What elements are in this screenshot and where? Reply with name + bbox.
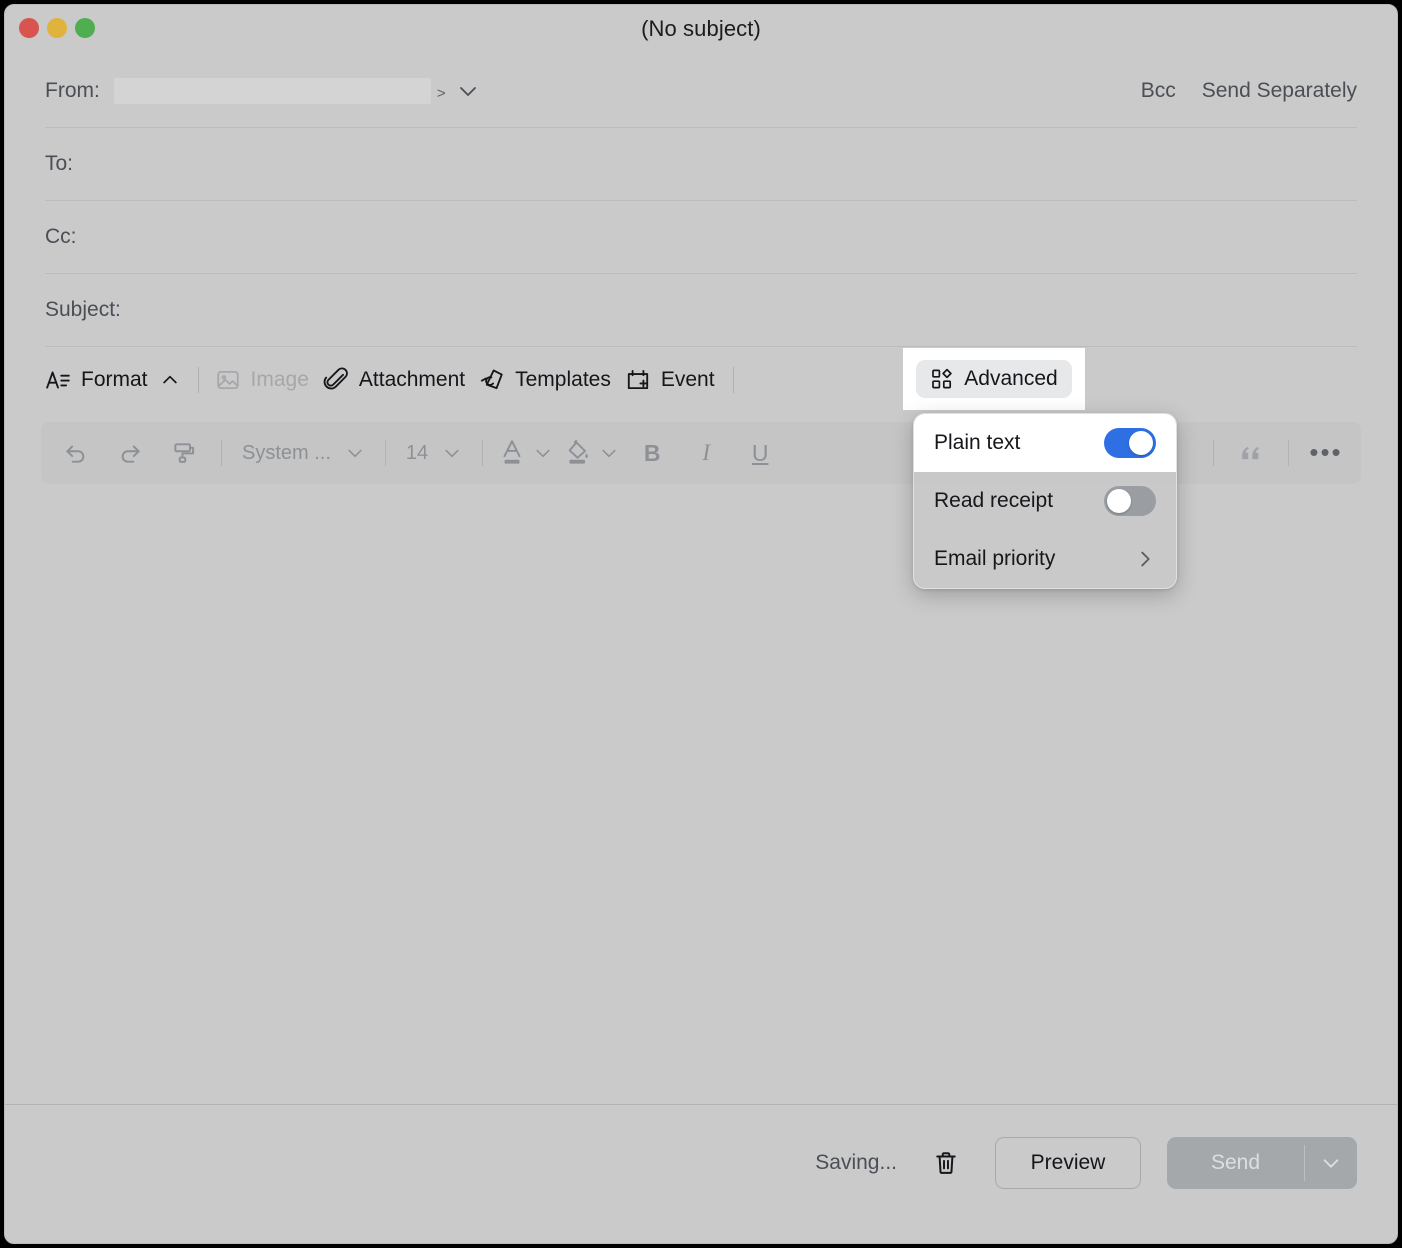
compose-window: (No subject) From: > Bcc Send Separately… bbox=[4, 4, 1398, 1244]
redo-button[interactable] bbox=[103, 431, 157, 475]
bold-button[interactable]: B bbox=[625, 431, 679, 475]
from-chevron-down-icon[interactable] bbox=[456, 79, 480, 103]
send-options-button[interactable] bbox=[1305, 1137, 1357, 1189]
menu-item-read-receipt[interactable]: Read receipt bbox=[914, 472, 1176, 530]
preview-button[interactable]: Preview bbox=[995, 1137, 1141, 1189]
send-button-group: Send bbox=[1167, 1137, 1357, 1189]
image-button[interactable]: Image bbox=[215, 361, 323, 399]
format-divider-4 bbox=[1213, 440, 1214, 466]
title-bar: (No subject) bbox=[5, 5, 1397, 55]
bcc-button[interactable]: Bcc bbox=[1141, 79, 1176, 103]
to-row[interactable]: To: bbox=[45, 128, 1357, 201]
menu-item-plain-text[interactable]: Plain text bbox=[914, 414, 1176, 472]
cc-label: Cc: bbox=[45, 225, 77, 249]
footer-bar: Saving... Preview Send bbox=[5, 1105, 1397, 1220]
image-icon bbox=[215, 367, 241, 393]
plain-text-toggle[interactable] bbox=[1104, 428, 1156, 458]
toolbar-divider-1 bbox=[198, 367, 199, 393]
format-button[interactable]: Format bbox=[45, 361, 194, 399]
grid-diamond-icon bbox=[930, 367, 954, 391]
event-button[interactable]: Event bbox=[625, 361, 729, 399]
text-color-icon bbox=[499, 438, 525, 468]
text-color-button[interactable] bbox=[493, 438, 559, 468]
subject-label: Subject: bbox=[45, 298, 121, 322]
font-size-select[interactable]: 14 bbox=[396, 442, 472, 465]
font-family-value: System ... bbox=[242, 442, 331, 465]
format-divider-2 bbox=[385, 440, 386, 466]
from-label: From: bbox=[45, 79, 100, 103]
read-receipt-toggle[interactable] bbox=[1104, 486, 1156, 516]
highlight-color-chevron-down-icon bbox=[599, 443, 619, 463]
attachment-label: Attachment bbox=[359, 368, 465, 392]
email-priority-label: Email priority bbox=[934, 547, 1055, 571]
advanced-button[interactable]: Advanced bbox=[916, 360, 1071, 398]
templates-button[interactable]: Templates bbox=[479, 361, 625, 399]
format-divider-1 bbox=[221, 440, 222, 466]
subject-row[interactable]: Subject: bbox=[45, 274, 1357, 347]
advanced-dropdown-menu: Plain text Read receipt Email priority bbox=[913, 413, 1177, 589]
calendar-plus-icon bbox=[625, 367, 651, 393]
font-family-select[interactable]: System ... bbox=[232, 442, 375, 465]
to-label: To: bbox=[45, 152, 73, 176]
format-divider-5 bbox=[1288, 440, 1289, 466]
paperclip-icon bbox=[323, 367, 349, 393]
chevron-right-icon bbox=[1134, 548, 1156, 570]
cc-row[interactable]: Cc: bbox=[45, 201, 1357, 274]
read-receipt-label: Read receipt bbox=[934, 489, 1053, 513]
quote-button[interactable] bbox=[1224, 431, 1278, 475]
format-chevron-up-icon[interactable] bbox=[160, 370, 180, 390]
italic-button[interactable]: I bbox=[679, 431, 733, 475]
save-status-text: Saving... bbox=[815, 1151, 897, 1175]
from-address-redacted[interactable] bbox=[114, 78, 431, 104]
format-label: Format bbox=[81, 368, 148, 392]
format-divider-3 bbox=[482, 440, 483, 466]
image-label: Image bbox=[251, 368, 309, 392]
send-button[interactable]: Send bbox=[1167, 1137, 1304, 1189]
advanced-label: Advanced bbox=[964, 367, 1057, 391]
format-icon bbox=[45, 367, 71, 393]
more-options-button[interactable]: ••• bbox=[1299, 431, 1353, 475]
chevron-down-icon bbox=[1320, 1152, 1342, 1174]
window-title: (No subject) bbox=[5, 16, 1397, 42]
action-toolbar: Format Image Attachment bbox=[45, 350, 1357, 410]
attachment-button[interactable]: Attachment bbox=[323, 361, 479, 399]
highlight-color-button[interactable] bbox=[559, 438, 625, 468]
event-label: Event bbox=[661, 368, 715, 392]
plain-text-label: Plain text bbox=[934, 431, 1020, 455]
menu-item-email-priority[interactable]: Email priority bbox=[914, 530, 1176, 588]
header-actions: Bcc Send Separately bbox=[1141, 79, 1357, 103]
toolbar-divider-2 bbox=[733, 367, 734, 393]
undo-button[interactable] bbox=[49, 431, 103, 475]
font-size-value: 14 bbox=[406, 442, 428, 465]
trash-icon bbox=[932, 1149, 960, 1177]
advanced-panel: Advanced bbox=[903, 348, 1085, 410]
discard-draft-button[interactable] bbox=[923, 1140, 969, 1186]
text-color-chevron-down-icon bbox=[533, 443, 553, 463]
font-family-chevron-down-icon bbox=[345, 443, 365, 463]
from-row: From: > Bcc Send Separately bbox=[45, 55, 1357, 128]
highlight-color-icon bbox=[565, 438, 591, 468]
send-separately-button[interactable]: Send Separately bbox=[1202, 79, 1357, 103]
templates-icon bbox=[479, 367, 505, 393]
from-bracket: > bbox=[437, 85, 446, 102]
underline-button[interactable]: U bbox=[733, 431, 787, 475]
templates-label: Templates bbox=[515, 368, 611, 392]
format-painter-button[interactable] bbox=[157, 431, 211, 475]
font-size-chevron-down-icon bbox=[442, 443, 462, 463]
